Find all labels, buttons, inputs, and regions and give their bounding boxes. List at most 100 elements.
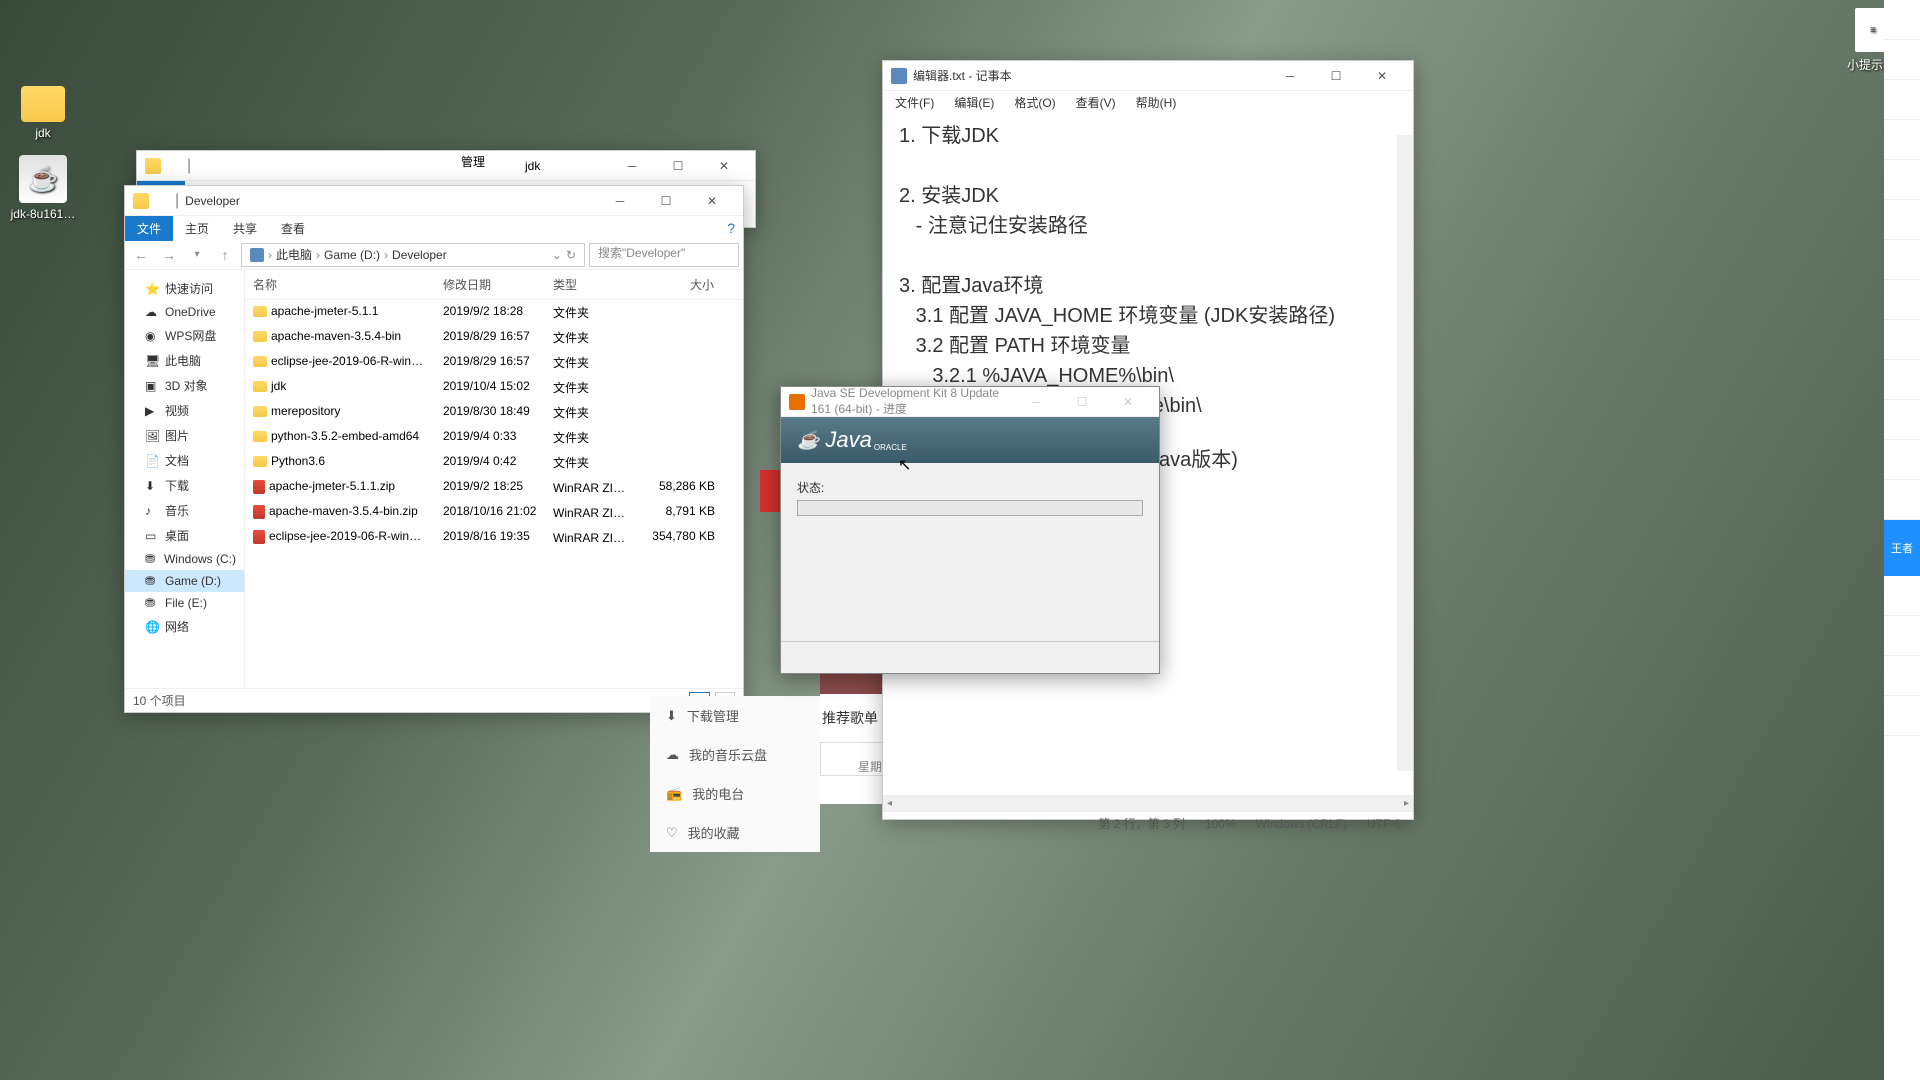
tab-home[interactable]: 主页 [173, 216, 221, 241]
star-icon: ⭐ [145, 282, 159, 296]
file-name: apache-maven-3.5.4-bin [271, 329, 401, 343]
close-button[interactable]: ✕ [689, 186, 735, 216]
music-item-fav[interactable]: ♡我的收藏 [650, 813, 820, 852]
music-item-radio[interactable]: 📻我的电台 [650, 774, 820, 813]
sidebar-item[interactable]: 📄文档 [125, 448, 244, 473]
nav-history-button[interactable]: ▾ [185, 243, 209, 267]
music-item-cloud[interactable]: ☁我的音乐云盘 [650, 735, 820, 774]
window-title: 编辑器.txt - 记事本 [913, 67, 1267, 84]
tab-view[interactable]: 查看 [269, 216, 317, 241]
file-row[interactable]: apache-maven-3.5.4-bin.zip2018/10/16 21:… [245, 500, 743, 525]
file-name: apache-jmeter-5.1.1 [271, 304, 378, 318]
menu-file[interactable]: 文件(F) [887, 92, 942, 113]
file-row[interactable]: apache-jmeter-5.1.12019/9/2 18:28文件夹 [245, 300, 743, 325]
col-size[interactable]: 大小 [637, 270, 723, 299]
brand: Java [825, 427, 871, 453]
sidebar-label: WPS网盘 [165, 327, 216, 344]
col-type[interactable]: 类型 [545, 270, 637, 299]
menu-edit[interactable]: 编辑(E) [946, 92, 1002, 113]
close-button[interactable]: ✕ [701, 151, 747, 181]
scrollbar-vertical[interactable] [1397, 135, 1413, 771]
file-row[interactable]: merepository2019/8/30 18:49文件夹 [245, 400, 743, 425]
tab-manage[interactable]: 管理 [437, 151, 509, 172]
desktop-icon-jdk-installer[interactable]: ☕ jdk-8u161… [8, 155, 78, 221]
sidebar-item[interactable]: ⬇下载 [125, 473, 244, 498]
column-headers[interactable]: 名称 修改日期 类型 大小 [245, 270, 743, 300]
sidebar-item[interactable]: 🖥此电脑 [125, 348, 244, 373]
vid-icon: ▶ [145, 404, 159, 418]
side-edge-tile[interactable]: 王者 [1884, 520, 1920, 576]
3d-icon: ▣ [145, 379, 159, 393]
sidebar-item[interactable]: ⭐快速访问 [125, 276, 244, 301]
crumb[interactable]: 此电脑 [276, 246, 312, 263]
nav-up-button[interactable]: ↑ [213, 243, 237, 267]
sidebar-item[interactable]: ⛃Game (D:) [125, 570, 244, 592]
doc-icon: 📄 [145, 454, 159, 468]
net-icon: 🌐 [145, 620, 159, 634]
sidebar-item[interactable]: ▣3D 对象 [125, 373, 244, 398]
col-name[interactable]: 名称 [245, 270, 435, 299]
file-row[interactable]: eclipse-jee-2019-06-R-win32-x86_64….2019… [245, 525, 743, 550]
sidebar-item[interactable]: ⛃Windows (C:) [125, 548, 244, 570]
maximize-button[interactable]: ☐ [643, 186, 689, 216]
explorer-window-developer[interactable]: | Developer ─ ☐ ✕ 文件 主页 共享 查看 ? ← → ▾ ↑ … [124, 185, 744, 713]
menu-view[interactable]: 查看(V) [1068, 92, 1124, 113]
help-icon[interactable]: ? [727, 220, 735, 236]
menu-format[interactable]: 格式(O) [1006, 92, 1063, 113]
line-ending: Windows (CRLF) [1256, 817, 1347, 831]
maximize-button[interactable]: ☐ [655, 151, 701, 181]
minimize-button[interactable]: ─ [609, 151, 655, 181]
java-installer-window[interactable]: Java SE Development Kit 8 Update 161 (64… [780, 386, 1160, 674]
file-name: eclipse-jee-2019-06-R-win32-x86_64…. [269, 529, 435, 543]
scrollbar-horizontal[interactable]: ◂▸ [883, 795, 1413, 811]
breadcrumb[interactable]: › 此电脑 › Game (D:) › Developer ⌄ ↻ [241, 243, 585, 267]
nav-forward-button[interactable]: → [157, 243, 181, 267]
crumb[interactable]: Game (D:) [324, 248, 380, 262]
sidebar-item[interactable]: ☁OneDrive [125, 301, 244, 323]
sidebar-item[interactable]: ♪音乐 [125, 498, 244, 523]
nav-back-button[interactable]: ← [129, 243, 153, 267]
close-button[interactable]: ✕ [1359, 61, 1405, 91]
file-name: apache-jmeter-5.1.1.zip [269, 479, 395, 493]
file-date: 2019/9/4 0:33 [435, 427, 545, 448]
file-row[interactable]: jdk2019/10/4 15:02文件夹 [245, 375, 743, 400]
minimize-button[interactable]: ─ [1267, 61, 1313, 91]
desktop-icon-jdk-folder[interactable]: jdk [8, 78, 78, 140]
titlebar[interactable]: 编辑器.txt - 记事本 ─ ☐ ✕ [883, 61, 1413, 91]
maximize-button[interactable]: ☐ [1313, 61, 1359, 91]
pic-icon: 🖼 [145, 429, 159, 443]
item-count: 10 个项目 [133, 692, 186, 709]
file-row[interactable]: Python3.62019/9/4 0:42文件夹 [245, 450, 743, 475]
refresh-icon[interactable]: ↻ [566, 248, 576, 262]
ribbon: 文件 主页 共享 查看 ? [125, 216, 743, 240]
sidebar-item[interactable]: ▶视频 [125, 398, 244, 423]
file-row[interactable]: apache-maven-3.5.4-bin2019/8/29 16:57文件夹 [245, 325, 743, 350]
file-name: python-3.5.2-embed-amd64 [271, 429, 419, 443]
file-row[interactable]: eclipse-jee-2019-06-R-win32-x86_642019/8… [245, 350, 743, 375]
menu-help[interactable]: 帮助(H) [1128, 92, 1185, 113]
tab-file[interactable]: 文件 [125, 216, 173, 241]
sidebar-item[interactable]: ⛃File (E:) [125, 592, 244, 614]
search-input[interactable]: 搜索"Developer" [589, 243, 739, 267]
folder-icon [253, 356, 267, 367]
sidebar-item[interactable]: 🖼图片 [125, 423, 244, 448]
file-name: eclipse-jee-2019-06-R-win32-x86_64 [271, 354, 435, 368]
crumb[interactable]: Developer [392, 248, 447, 262]
titlebar[interactable]: | 管理 jdk ─ ☐ ✕ [137, 151, 755, 181]
sidebar-label: File (E:) [165, 596, 207, 610]
sidebar-item[interactable]: ▭桌面 [125, 523, 244, 548]
music-item-download[interactable]: ⬇下载管理 [650, 696, 820, 735]
window-title: Developer [185, 194, 597, 208]
sidebar-item[interactable]: ◉WPS网盘 [125, 323, 244, 348]
titlebar[interactable]: | Developer ─ ☐ ✕ [125, 186, 743, 216]
file-row[interactable]: apache-jmeter-5.1.1.zip2019/9/2 18:25Win… [245, 475, 743, 500]
desk-icon: ▭ [145, 529, 159, 543]
file-size [637, 402, 723, 423]
file-row[interactable]: python-3.5.2-embed-amd642019/9/4 0:33文件夹 [245, 425, 743, 450]
tab-share[interactable]: 共享 [221, 216, 269, 241]
sidebar-item[interactable]: 🌐网络 [125, 614, 244, 639]
col-date[interactable]: 修改日期 [435, 270, 545, 299]
minimize-button[interactable]: ─ [597, 186, 643, 216]
dropdown-icon[interactable]: ⌄ [552, 248, 562, 262]
titlebar[interactable]: Java SE Development Kit 8 Update 161 (64… [781, 387, 1159, 417]
